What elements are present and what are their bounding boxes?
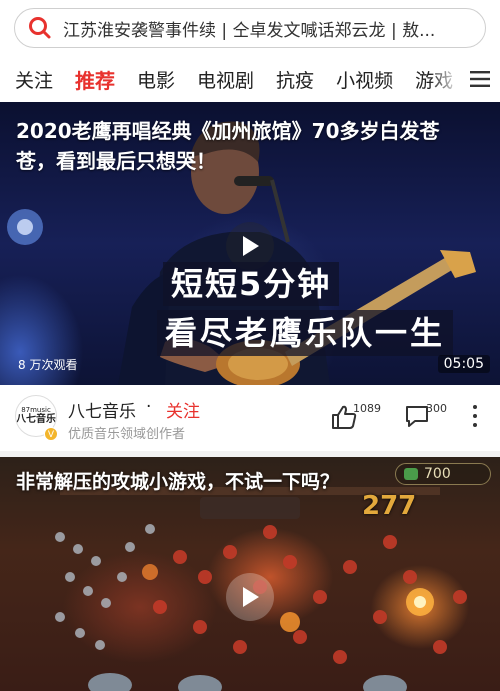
more-dot-icon <box>473 405 477 409</box>
search-bar: 江苏淮安袭警事件续 | 仝卓发文喊话郑云龙 | 敖... <box>0 0 500 58</box>
author-name[interactable]: 八七音乐 <box>68 397 136 422</box>
comment-count: 300 <box>426 402 447 415</box>
play-icon <box>243 236 259 256</box>
tab-recommend[interactable]: 推荐 <box>75 65 115 94</box>
video-card-eagles[interactable]: 2020老鹰再唱经典《加州旅馆》70多岁白发苍苍，看到最后只想哭！ 短短5分钟 … <box>0 102 500 385</box>
menu-button[interactable] <box>460 58 500 100</box>
author-row: 87music 八七音乐 V 八七音乐 · 关注 优质音乐领域创作者 1089 … <box>0 385 500 451</box>
like-count: 1089 <box>353 402 381 415</box>
more-dot-icon <box>473 423 477 427</box>
video-title: 非常解压的攻城小游戏，不试一下吗？ <box>16 471 340 493</box>
video-duration: 05:05 <box>437 355 490 373</box>
verified-icon: V <box>44 427 58 441</box>
video-card-game[interactable]: 非常解压的攻城小游戏，不试一下吗？ 700 277 <box>0 457 500 691</box>
name-separator: · <box>146 397 152 417</box>
more-dot-icon <box>473 414 477 418</box>
author-description: 优质音乐领域创作者 <box>68 427 186 442</box>
video-overlay-caption-line2: 看尽老鹰乐队一生 <box>157 310 454 356</box>
view-count: 8 万次观看 <box>18 358 78 372</box>
tab-movies[interactable]: 电影 <box>137 66 175 93</box>
video-overlay-caption-line1: 短短5分钟 <box>163 262 340 306</box>
gem-icon <box>404 468 418 480</box>
tab-short-video[interactable]: 小视频 <box>336 66 393 93</box>
avatar-brand-small: 87music <box>21 406 51 414</box>
hamburger-icon <box>470 71 490 87</box>
follow-button[interactable]: 关注 <box>166 397 200 422</box>
combo-count: 277 <box>362 491 417 521</box>
tab-tv-series[interactable]: 电视剧 <box>197 66 254 93</box>
tab-fade <box>430 58 460 100</box>
search-input[interactable]: 江苏淮安袭警事件续 | 仝卓发文喊话郑云龙 | 敖... <box>14 8 486 48</box>
search-query: 江苏淮安袭警事件续 | 仝卓发文喊话郑云龙 | 敖... <box>63 20 436 41</box>
score-badge: 700 <box>395 463 491 485</box>
avatar-brand-name: 八七音乐 <box>16 414 56 425</box>
category-tabs: 关注 推荐 电影 电视剧 抗疫 小视频 游戏 <box>0 58 500 100</box>
play-button[interactable] <box>226 573 274 621</box>
video-title: 2020老鹰再唱经典《加州旅馆》70多岁白发苍苍，看到最后只想哭！ <box>16 119 440 173</box>
play-icon <box>243 587 259 607</box>
tab-follow[interactable]: 关注 <box>15 66 53 93</box>
tab-anti-epidemic[interactable]: 抗疫 <box>276 66 314 93</box>
more-options-button[interactable] <box>468 401 482 431</box>
search-icon <box>29 17 51 39</box>
score-value: 700 <box>424 466 451 482</box>
